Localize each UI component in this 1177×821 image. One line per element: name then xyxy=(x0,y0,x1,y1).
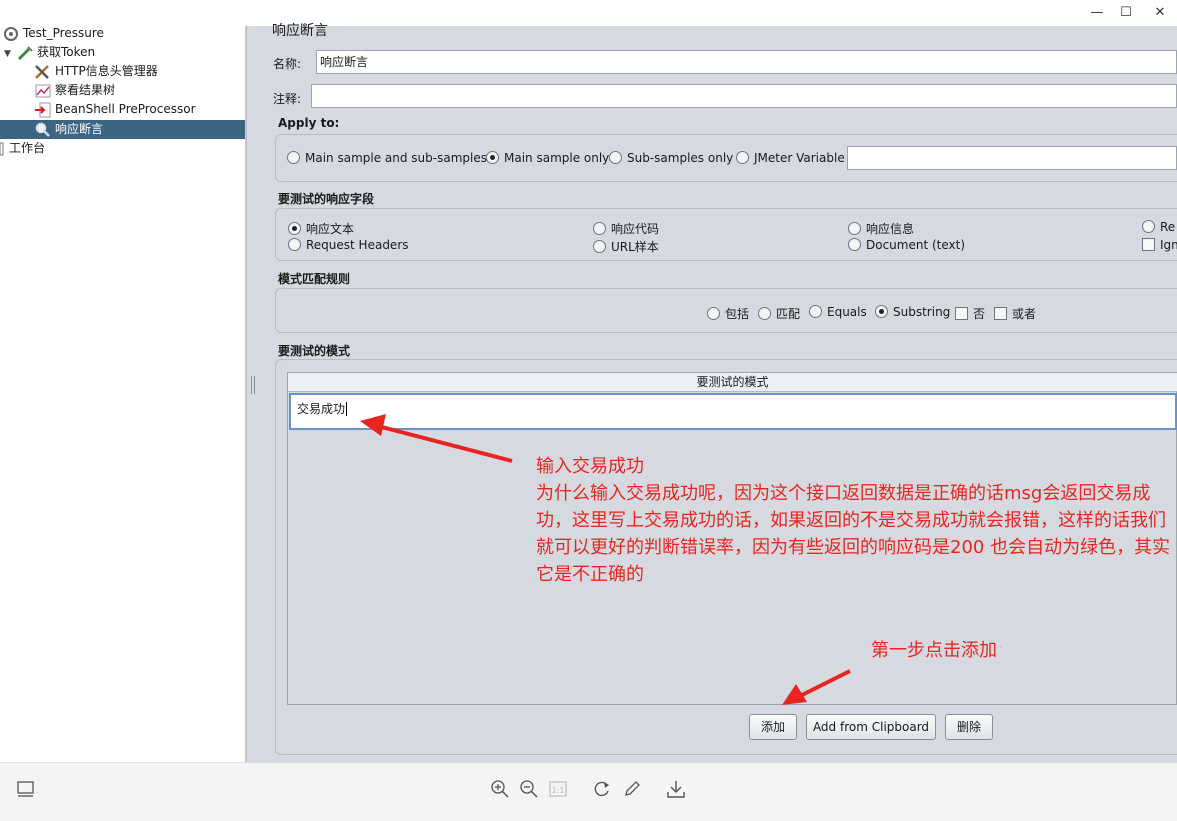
zoom-out-icon[interactable] xyxy=(519,779,539,799)
annotation-arrows xyxy=(360,414,851,705)
annotation-note-1: 输入交易成功 为什么输入交易成功呢，因为这个接口返回数据是正确的话msg会返回交… xyxy=(536,453,1176,588)
actual-size-icon: 1:1 xyxy=(548,779,568,799)
download-icon[interactable] xyxy=(666,779,686,799)
svg-text:1:1: 1:1 xyxy=(552,786,565,795)
rotate-icon[interactable] xyxy=(592,779,612,799)
annotation-note-2: 第一步点击添加 xyxy=(871,640,997,661)
panel-toggle-icon[interactable] xyxy=(16,779,36,799)
zoom-in-icon[interactable] xyxy=(490,779,510,799)
arrow-to-add-button xyxy=(782,669,851,705)
annotation-note-1-body: 为什么输入交易成功呢，因为这个接口返回数据是正确的话msg会返回交易成功，这里写… xyxy=(536,483,1171,585)
viewer-toolbar xyxy=(0,762,1177,821)
annotation-note-1-title: 输入交易成功 xyxy=(536,456,644,477)
arrow-to-pattern xyxy=(360,414,513,463)
edit-icon[interactable] xyxy=(622,779,642,799)
